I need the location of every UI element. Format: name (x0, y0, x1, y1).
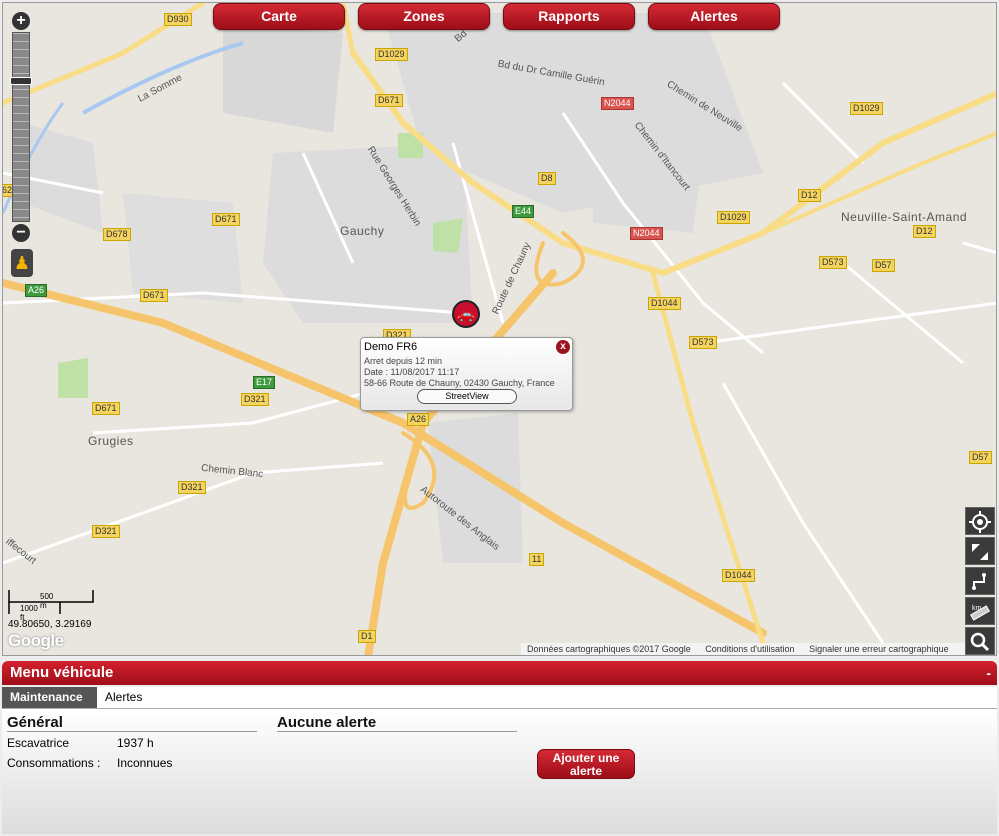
road-shield: D57 (872, 259, 895, 272)
road-shield: D12 (913, 225, 936, 238)
road-shield: D1 (358, 630, 376, 643)
road-shield: D1044 (722, 569, 755, 582)
road-shield: D671 (375, 94, 403, 107)
road-shield: D1029 (717, 211, 750, 224)
road-shield: D12 (798, 189, 821, 202)
popup-date: Date : 11/08/2017 11:17 (364, 367, 460, 377)
road-shield: D930 (164, 13, 192, 26)
nav-zones-button[interactable]: Zones (358, 3, 490, 30)
minimize-button[interactable]: - (986, 661, 991, 685)
road-shield: D671 (92, 402, 120, 415)
road-shield: D671 (140, 289, 168, 302)
road-shield: N2044 (630, 227, 663, 240)
road-shield: A26 (407, 413, 430, 426)
zoom-in-button[interactable]: + (12, 12, 30, 30)
popup-status: Arret depuis 12 min (364, 356, 443, 366)
fullscreen-icon[interactable] (965, 537, 995, 565)
row-label: Escavatrice (7, 736, 70, 750)
popup-title: Demo FR6 (364, 341, 418, 353)
road-shield: A26 (25, 284, 48, 297)
row-value: Inconnues (117, 756, 173, 770)
map-attribution: Données cartographiques ©2017 Google Con… (521, 643, 968, 655)
road-shield: 11 (529, 553, 545, 566)
general-section-title: Général (7, 714, 257, 732)
popup-close-button[interactable]: x (556, 340, 570, 354)
streetview-button[interactable]: StreetView (417, 389, 517, 404)
road-shield: D1029 (375, 48, 408, 61)
town-label-neuville: Neuville-Saint-Amand (841, 210, 968, 224)
zoom-out-button[interactable]: − (12, 224, 30, 242)
road-shield: E44 (512, 205, 535, 218)
map-background (3, 3, 996, 655)
report-error-link[interactable]: Signaler une erreur cartographique (809, 644, 949, 654)
road-shield: D1029 (850, 102, 883, 115)
popup-address: 58-66 Route de Chauny, 02430 Gauchy, Fra… (364, 378, 555, 388)
locate-target-icon[interactable] (965, 507, 995, 535)
road-shield: D573 (819, 256, 847, 269)
road-shield: D57 (969, 451, 992, 464)
road-shield: N2044 (601, 97, 634, 110)
road-shield: E17 (253, 376, 276, 389)
tab-maintenance[interactable]: Maintenance (2, 687, 97, 708)
row-value: 1937 h (117, 736, 154, 750)
zoom-slider-thumb[interactable] (10, 77, 32, 85)
road-shield: D671 (212, 213, 240, 226)
road-shield: D321 (241, 393, 269, 406)
vehicle-menu-body: Général Escavatrice 1937 h Consommations… (2, 709, 997, 834)
nav-rapports-button[interactable]: Rapports (503, 3, 635, 30)
road-shield: D8 (538, 172, 556, 185)
tab-alertes[interactable]: Alertes (97, 687, 150, 708)
map-view[interactable]: Gauchy Grugies Neuville-Saint-Amand La S… (2, 2, 997, 656)
coordinates-readout: 49.80650, 3.29169 (8, 619, 92, 630)
vehicle-menu-tabs: Maintenance Alertes (2, 687, 997, 709)
route-icon[interactable] (965, 567, 995, 595)
zoom-control[interactable]: + − (10, 12, 32, 242)
terms-link[interactable]: Conditions d'utilisation (705, 644, 794, 654)
road-shield: D1044 (648, 297, 681, 310)
town-label-grugies: Grugies (88, 434, 134, 448)
nav-carte-button[interactable]: Carte (213, 3, 345, 30)
nav-alertes-button[interactable]: Alertes (648, 3, 780, 30)
road-shield: D321 (92, 525, 120, 538)
vehicle-menu-title: Menu véhicule (10, 664, 114, 681)
road-shield: D678 (103, 228, 131, 241)
search-icon[interactable] (965, 627, 995, 655)
vehicle-menu-header[interactable]: Menu véhicule - (2, 661, 997, 685)
zoom-slider[interactable] (10, 32, 32, 222)
google-logo: Google (8, 631, 64, 650)
road-shield: D321 (178, 481, 206, 494)
vehicle-marker-icon[interactable]: 🚗 (452, 300, 480, 328)
ruler-icon[interactable]: km (965, 597, 995, 625)
row-label: Consommations : (7, 756, 101, 770)
pegman-icon[interactable]: ♟ (11, 249, 33, 277)
svg-text:km: km (972, 605, 982, 612)
vehicle-info-popup: Demo FR6 x Arret depuis 12 min Date : 11… (360, 337, 573, 411)
road-shield: D573 (689, 336, 717, 349)
attribution-data: Données cartographiques ©2017 Google (527, 644, 691, 654)
scale-metric: 500 m (40, 592, 54, 610)
add-alert-button[interactable]: Ajouter une alerte (537, 749, 635, 779)
town-label-gauchy: Gauchy (340, 224, 385, 238)
alerts-section-title: Aucune alerte (277, 714, 517, 732)
